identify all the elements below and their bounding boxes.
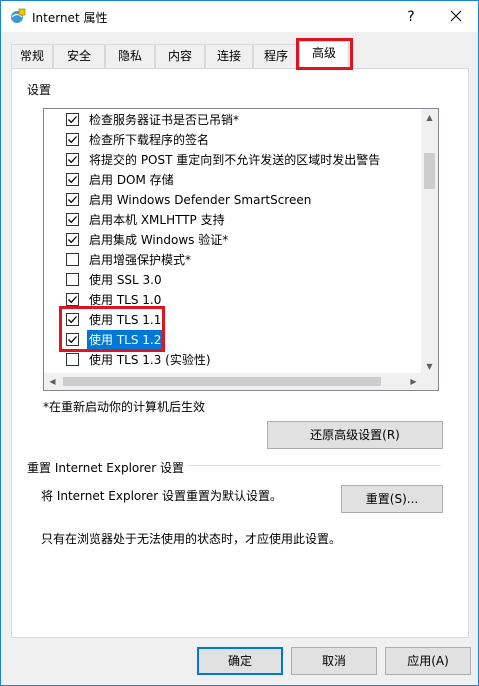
scroll-left-icon[interactable]: ◀ [44, 373, 61, 390]
reset-button[interactable]: 重置(S)... [341, 485, 443, 513]
close-button[interactable] [435, 1, 477, 32]
horizontal-scrollbar[interactable]: ◀ ▶ [44, 373, 422, 390]
setting-label: 使用 TLS 1.0 [89, 293, 162, 307]
tab-programs[interactable]: 程序 [253, 44, 299, 68]
checkmark-icon [68, 116, 77, 124]
checkbox[interactable] [66, 233, 79, 246]
group-divider [188, 465, 441, 466]
ok-button[interactable]: 确定 [197, 647, 283, 675]
setting-label: 使用 TLS 1.3 (实验性) [89, 353, 211, 367]
close-icon [450, 10, 462, 22]
help-button[interactable]: ? [397, 5, 425, 29]
checkmark-icon [68, 296, 77, 304]
setting-label: 使用 TLS 1.1 [89, 313, 162, 327]
settings-group-label: 设置 [27, 83, 52, 97]
checkmark-icon [68, 156, 77, 164]
settings-items: 检查服务器证书是否已吊销* 检查所下载程序的签名 将提交的 POST 重定向到不… [44, 109, 422, 375]
internet-options-icon [10, 8, 26, 24]
setting-label: 启用 Windows Defender SmartScreen [89, 193, 312, 207]
checkmark-icon [68, 316, 77, 324]
setting-label: 使用 SSL 3.0 [89, 273, 162, 287]
checkbox[interactable] [66, 193, 79, 206]
setting-label: 将提交的 POST 重定向到不允许发送的区域时发出警告 [89, 153, 381, 167]
checkbox[interactable] [66, 213, 79, 226]
setting-label: 检查服务器证书是否已吊销* [89, 113, 240, 127]
checkbox[interactable] [66, 333, 79, 346]
scroll-up-icon[interactable]: ▲ [421, 109, 438, 126]
title-bar[interactable]: Internet 属性 ? [1, 1, 478, 32]
checkmark-icon [68, 176, 77, 184]
scroll-right-icon[interactable]: ▶ [405, 373, 422, 390]
checkmark-icon [68, 216, 77, 224]
internet-options-dialog: Internet 属性 ? 常规 安全 隐私 内容 连接 程序 高级 设置 检查… [0, 0, 479, 686]
vertical-scroll-thumb[interactable] [424, 153, 435, 189]
cancel-button[interactable]: 取消 [291, 647, 377, 675]
tab-connections[interactable]: 连接 [205, 44, 253, 68]
tab-privacy[interactable]: 隐私 [105, 44, 155, 68]
setting-label: 启用增强保护模式* [89, 253, 192, 267]
checkmark-icon [68, 196, 77, 204]
checkbox[interactable] [66, 153, 79, 166]
settings-tree-list[interactable]: 检查服务器证书是否已吊销* 检查所下载程序的签名 将提交的 POST 重定向到不… [43, 108, 439, 391]
checkmark-icon [68, 336, 77, 344]
reset-group-label: 重置 Internet Explorer 设置 [27, 461, 185, 475]
setting-label: 检查所下载程序的签名 [89, 133, 210, 147]
checkmark-icon [68, 236, 77, 244]
checkmark-icon [68, 136, 77, 144]
tab-general[interactable]: 常规 [11, 44, 53, 68]
apply-button[interactable]: 应用(A) [385, 647, 471, 675]
setting-label: 启用 DOM 存储 [89, 173, 174, 187]
checkbox[interactable] [66, 353, 79, 366]
scrollbar-corner [421, 373, 438, 390]
restore-advanced-settings-button[interactable]: 还原高级设置(R) [267, 421, 443, 449]
checkbox[interactable] [66, 253, 79, 266]
setting-label: 启用本机 XMLHTTP 支持 [89, 213, 225, 227]
checkbox[interactable] [66, 133, 79, 146]
window-title: Internet 属性 [32, 11, 108, 25]
setting-label-selected: 使用 TLS 1.2 [87, 330, 164, 350]
horizontal-scroll-thumb[interactable] [63, 377, 381, 386]
checkbox[interactable] [66, 273, 79, 286]
checkbox[interactable] [66, 113, 79, 126]
checkbox[interactable] [66, 313, 79, 326]
tab-security[interactable]: 安全 [53, 44, 105, 68]
checkbox[interactable] [66, 173, 79, 186]
checkbox[interactable] [66, 293, 79, 306]
tab-advanced[interactable]: 高级 [299, 41, 349, 69]
restart-note: *在重新启动你的计算机后生效 [43, 400, 206, 414]
vertical-scrollbar[interactable]: ▲ ▼ [421, 109, 438, 375]
reset-note: 只有在浏览器处于无法使用的状态时，才应使用此设置。 [41, 532, 342, 546]
tab-content[interactable]: 内容 [155, 44, 205, 68]
setting-label: 启用集成 Windows 验证* [89, 233, 229, 247]
reset-description: 将 Internet Explorer 设置重置为默认设置。 [41, 489, 283, 503]
